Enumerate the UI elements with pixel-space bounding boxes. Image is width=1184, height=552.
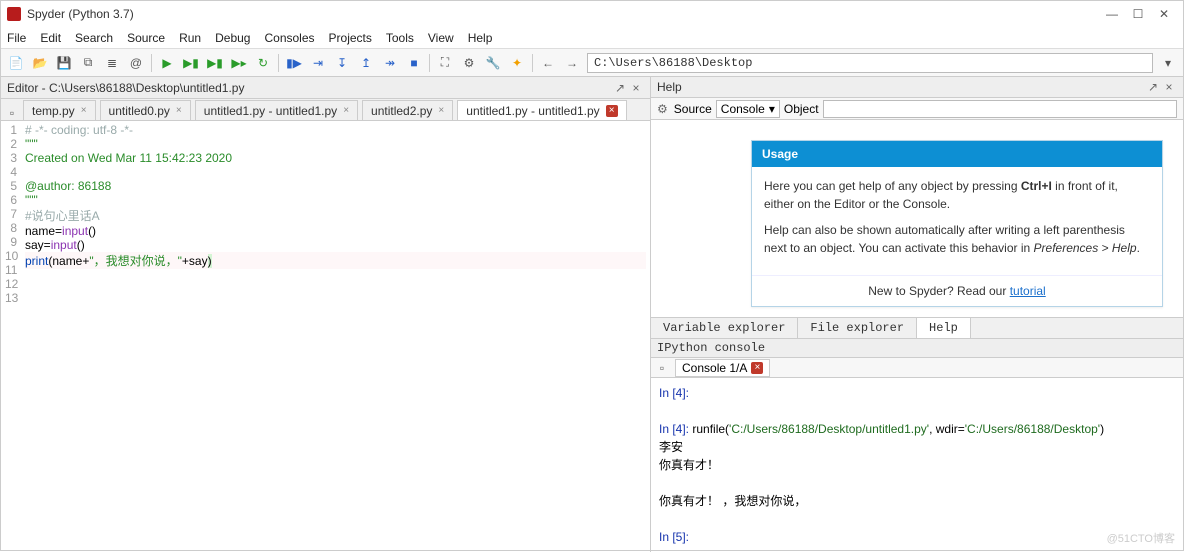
editor-tab[interactable]: untitled2.py×: [362, 100, 453, 120]
run-icon[interactable]: ▶: [158, 54, 176, 72]
close-button[interactable]: ✕: [1151, 7, 1177, 21]
editor-undock-icon[interactable]: ↗: [612, 81, 628, 95]
help-pane-title: Help: [657, 80, 682, 94]
help-close-icon[interactable]: ×: [1161, 80, 1177, 94]
code-area[interactable]: # -*- coding: utf-8 -*-"""Created on Wed…: [21, 121, 650, 552]
editor-tab[interactable]: untitled1.py - untitled1.py×: [457, 100, 626, 120]
line-gutter: 12345678910111213: [1, 121, 21, 552]
save-all-icon[interactable]: ⧉: [79, 54, 97, 72]
help-options-icon[interactable]: ⚙: [657, 102, 668, 116]
object-input[interactable]: [823, 100, 1177, 118]
menu-consoles[interactable]: Consoles: [264, 31, 314, 45]
maximize-button[interactable]: ☐: [1125, 7, 1151, 21]
menu-bar: File Edit Search Source Run Debug Consoles Proj…: [1, 27, 1183, 49]
path-dropdown-icon[interactable]: ▾: [1159, 54, 1177, 72]
subtab-variable-explorer[interactable]: Variable explorer: [651, 318, 798, 338]
window-title: Spyder (Python 3.7): [27, 7, 1099, 21]
menu-file[interactable]: File: [7, 31, 26, 45]
right-bottom-tabs: Variable explorerFile explorerHelp: [651, 317, 1183, 339]
spyder-logo-icon: [7, 7, 21, 21]
ipython-title: IPython console: [651, 339, 1183, 359]
nav-forward-icon[interactable]: →: [563, 54, 581, 72]
pythonpath-icon[interactable]: 🔧: [484, 54, 502, 72]
source-label: Source: [674, 102, 712, 116]
python-icon[interactable]: ✦: [508, 54, 526, 72]
at-icon[interactable]: @: [127, 54, 145, 72]
editor-tab[interactable]: untitled0.py×: [100, 100, 191, 120]
stop-debug-icon[interactable]: ■: [405, 54, 423, 72]
watermark: @51CTO博客: [1107, 530, 1175, 546]
menu-projects[interactable]: Projects: [329, 31, 372, 45]
menu-search[interactable]: Search: [75, 31, 113, 45]
tab-close-icon[interactable]: ×: [438, 105, 444, 116]
working-dir-input[interactable]: C:\Users\86188\Desktop: [587, 53, 1153, 73]
open-file-icon[interactable]: 📂: [31, 54, 49, 72]
menu-help[interactable]: Help: [468, 31, 493, 45]
menu-edit[interactable]: Edit: [40, 31, 61, 45]
nav-back-icon[interactable]: ←: [539, 54, 557, 72]
rerun-icon[interactable]: ↻: [254, 54, 272, 72]
object-label: Object: [784, 102, 819, 116]
editor-tab[interactable]: untitled1.py - untitled1.py×: [195, 100, 358, 120]
step-icon[interactable]: ⇥: [309, 54, 327, 72]
console-tab-close-icon[interactable]: ×: [751, 362, 763, 374]
main-toolbar: 📄 📂 💾 ⧉ ≣ @ ▶ ▶▮ ▶▮ ▶▸ ↻ ▮▶ ⇥ ↧ ↥ ↠ ■ ⛶ …: [1, 49, 1183, 77]
tutorial-link[interactable]: tutorial: [1010, 284, 1046, 298]
new-file-icon[interactable]: 📄: [7, 54, 25, 72]
editor-tab[interactable]: temp.py×: [23, 100, 96, 120]
usage-box: Usage Here you can get help of any objec…: [751, 140, 1163, 307]
console-tab[interactable]: Console 1/A×: [675, 359, 770, 377]
step-in-icon[interactable]: ↧: [333, 54, 351, 72]
tab-close-icon[interactable]: ×: [606, 105, 618, 117]
editor-pane-title: Editor - C:\Users\86188\Desktop\untitled…: [7, 81, 244, 95]
source-combo[interactable]: Console▾: [716, 100, 780, 118]
tab-close-icon[interactable]: ×: [343, 105, 349, 116]
settings-icon[interactable]: ⚙: [460, 54, 478, 72]
tab-close-icon[interactable]: ×: [81, 105, 87, 116]
usage-p2: Help can also be shown automatically aft…: [764, 221, 1150, 257]
menu-source[interactable]: Source: [127, 31, 165, 45]
subtab-file-explorer[interactable]: File explorer: [798, 318, 917, 338]
usage-footer: New to Spyder? Read our tutorial: [752, 275, 1162, 306]
maximize-pane-icon[interactable]: ⛶: [436, 54, 454, 72]
debug-icon[interactable]: ▮▶: [285, 54, 303, 72]
editor-close-icon[interactable]: ×: [628, 81, 644, 95]
step-out-icon[interactable]: ↥: [357, 54, 375, 72]
menu-view[interactable]: View: [428, 31, 454, 45]
minimize-button[interactable]: —: [1099, 7, 1125, 21]
continue-icon[interactable]: ↠: [381, 54, 399, 72]
usage-heading: Usage: [752, 141, 1162, 167]
menu-run[interactable]: Run: [179, 31, 201, 45]
run-cell-advance-icon[interactable]: ▶▮: [206, 54, 224, 72]
subtab-help[interactable]: Help: [917, 318, 971, 338]
save-icon[interactable]: 💾: [55, 54, 73, 72]
tab-browse-icon[interactable]: ▫: [5, 106, 19, 120]
usage-p1: Here you can get help of any object by p…: [764, 177, 1150, 213]
tab-close-icon[interactable]: ×: [176, 105, 182, 116]
ipython-console[interactable]: In [4]: In [4]: runfile('C:/Users/86188/…: [651, 378, 1183, 552]
editor-tabs: ▫ temp.py×untitled0.py×untitled1.py - un…: [1, 99, 650, 121]
console-browse-icon[interactable]: ▫: [655, 361, 669, 375]
help-undock-icon[interactable]: ↗: [1145, 80, 1161, 94]
menu-debug[interactable]: Debug: [215, 31, 250, 45]
run-selection-icon[interactable]: ▶▸: [230, 54, 248, 72]
menu-tools[interactable]: Tools: [386, 31, 414, 45]
run-cell-icon[interactable]: ▶▮: [182, 54, 200, 72]
list-icon[interactable]: ≣: [103, 54, 121, 72]
